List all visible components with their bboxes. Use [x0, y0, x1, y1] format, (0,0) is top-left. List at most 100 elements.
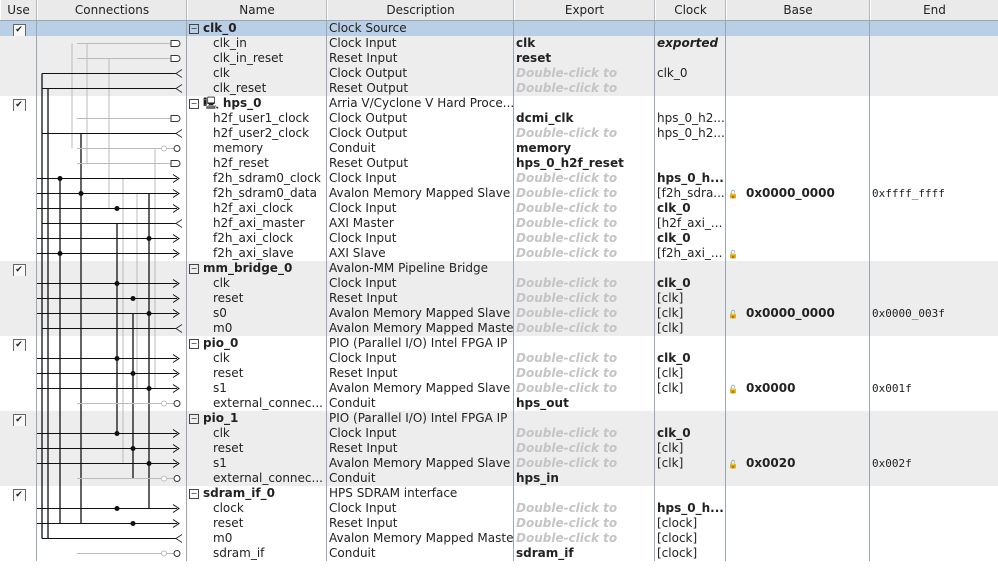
use-checkbox[interactable]: ✔: [12, 414, 26, 426]
interface-row[interactable]: reset Reset Input Double-click to [clk]: [0, 366, 998, 381]
col-header-base[interactable]: Base: [726, 0, 870, 20]
export-name[interactable]: memory: [516, 141, 571, 155]
use-checkbox[interactable]: ✔: [12, 24, 26, 36]
use-checkbox[interactable]: ✔: [12, 339, 26, 351]
clock-value[interactable]: [clk]: [657, 366, 683, 380]
clock-value[interactable]: exported: [657, 36, 718, 50]
interface-row[interactable]: m0 Avalon Memory Mapped Master Double-clic…: [0, 531, 998, 546]
interface-row[interactable]: external_connec... Conduit hps_in: [0, 471, 998, 486]
collapse-icon[interactable]: −: [189, 24, 199, 34]
export-placeholder[interactable]: Double-click to: [516, 276, 617, 290]
interface-row[interactable]: s1 Avalon Memory Mapped Slave Double-click…: [0, 381, 998, 396]
interface-row[interactable]: h2f_axi_clock Clock Input Double-click to c…: [0, 201, 998, 216]
col-header-clock[interactable]: Clock: [655, 0, 726, 20]
collapse-icon[interactable]: −: [189, 489, 199, 499]
interface-row[interactable]: f2h_axi_slave AXI Slave Double-click to [f2…: [0, 246, 998, 261]
col-header-export[interactable]: Export: [514, 0, 655, 20]
interface-row[interactable]: m0 Avalon Memory Mapped Master Double-clic…: [0, 321, 998, 336]
export-placeholder[interactable]: Double-click to: [516, 186, 617, 200]
export-placeholder[interactable]: Double-click to: [516, 381, 617, 395]
export-name[interactable]: reset: [516, 51, 551, 65]
lock-icon[interactable]: 🔓: [728, 190, 738, 199]
export-placeholder[interactable]: Double-click to: [516, 441, 617, 455]
clock-value[interactable]: [clk]: [657, 306, 683, 320]
interface-row[interactable]: sdram_if Conduit sdram_if [clock]: [0, 546, 998, 561]
col-header-name[interactable]: Name: [187, 0, 327, 20]
export-name[interactable]: clk: [516, 36, 535, 50]
export-placeholder[interactable]: Double-click to: [516, 201, 617, 215]
interface-row[interactable]: h2f_axi_master AXI Master Double-click to […: [0, 216, 998, 231]
interface-row[interactable]: clk Clock Input Double-click to clk_0: [0, 276, 998, 291]
export-placeholder[interactable]: Double-click to: [516, 171, 617, 185]
use-checkbox[interactable]: ✔: [12, 264, 26, 276]
clock-value[interactable]: hps_0_h2...: [657, 126, 725, 140]
export-placeholder[interactable]: Double-click to: [516, 456, 617, 470]
interface-row[interactable]: h2f_reset Reset Output hps_0_h2f_reset: [0, 156, 998, 171]
interface-row[interactable]: clk_in Clock Input clk exported: [0, 36, 998, 51]
export-placeholder[interactable]: Double-click to: [516, 291, 617, 305]
col-header-use[interactable]: Use: [0, 0, 37, 20]
export-placeholder[interactable]: Double-click to: [516, 231, 617, 245]
clock-value[interactable]: [clock]: [657, 546, 697, 560]
clock-value[interactable]: hps_0_h2...: [657, 111, 725, 125]
module-row[interactable]: ✔ − sdram_if_0 HPS SDRAM interface: [0, 486, 998, 501]
base-address[interactable]: 0x0000_0000: [746, 306, 835, 320]
lock-icon[interactable]: 🔓: [728, 385, 738, 394]
module-row[interactable]: ✔ − clk_0 Clock Source: [0, 21, 998, 36]
clock-value[interactable]: [clk]: [657, 441, 683, 455]
clock-value[interactable]: hps_0_h...: [657, 501, 724, 515]
clock-value[interactable]: hps_0_h...: [657, 171, 724, 185]
interface-row[interactable]: clk_reset Reset Output Double-click to: [0, 81, 998, 96]
export-placeholder[interactable]: Double-click to: [516, 501, 617, 515]
interface-row[interactable]: h2f_user1_clock Clock Output dcmi_clk hps_0…: [0, 111, 998, 126]
export-placeholder[interactable]: Double-click to: [516, 351, 617, 365]
export-placeholder[interactable]: Double-click to: [516, 126, 617, 140]
export-placeholder[interactable]: Double-click to: [516, 81, 617, 95]
interface-row[interactable]: s1 Avalon Memory Mapped Slave Double-click…: [0, 456, 998, 471]
export-placeholder[interactable]: Double-click to: [516, 321, 617, 335]
interface-row[interactable]: reset Reset Input Double-click to [clock]: [0, 516, 998, 531]
export-name[interactable]: hps_in: [516, 471, 559, 485]
collapse-icon[interactable]: −: [189, 414, 199, 424]
col-header-description[interactable]: Description: [327, 0, 514, 20]
clock-value[interactable]: [clock]: [657, 516, 697, 530]
module-row[interactable]: ✔ − mm_bridge_0 Avalon-MM Pipeline Bridge: [0, 261, 998, 276]
lock-icon[interactable]: 🔓: [728, 460, 738, 469]
interface-row[interactable]: external_connec... Conduit hps_out: [0, 396, 998, 411]
interface-row[interactable]: clk Clock Input Double-click to clk_0: [0, 351, 998, 366]
clock-value[interactable]: [clk]: [657, 456, 683, 470]
interface-row[interactable]: clk Clock Output Double-click to clk_0: [0, 66, 998, 81]
clock-value[interactable]: [clk]: [657, 321, 683, 335]
collapse-icon[interactable]: −: [189, 99, 199, 109]
export-name[interactable]: hps_out: [516, 396, 569, 410]
clock-value[interactable]: [h2f_axi_...: [657, 216, 722, 230]
interface-row[interactable]: f2h_sdram0_data Avalon Memory Mapped Slav…: [0, 186, 998, 201]
export-placeholder[interactable]: Double-click to: [516, 516, 617, 530]
use-checkbox[interactable]: ✔: [12, 99, 26, 111]
interface-row[interactable]: clock Clock Input Double-click to hps_0_h..…: [0, 501, 998, 516]
clock-value[interactable]: clk_0: [657, 201, 691, 215]
base-address[interactable]: 0x0020: [746, 456, 796, 470]
export-placeholder[interactable]: Double-click to: [516, 366, 617, 380]
use-checkbox[interactable]: ✔: [12, 489, 26, 501]
col-header-end[interactable]: End: [870, 0, 998, 20]
clock-value[interactable]: clk_0: [657, 276, 691, 290]
module-row[interactable]: ✔ − pio_0 PIO (Parallel I/O) Intel FPGA IP: [0, 336, 998, 351]
interface-row[interactable]: f2h_axi_clock Clock Input Double-click to c…: [0, 231, 998, 246]
export-placeholder[interactable]: Double-click to: [516, 306, 617, 320]
interface-row[interactable]: h2f_user2_clock Clock Output Double-click …: [0, 126, 998, 141]
clock-value[interactable]: [f2h_sdra...: [657, 186, 725, 200]
export-name[interactable]: sdram_if: [516, 546, 574, 560]
base-address[interactable]: 0x0000: [746, 381, 796, 395]
collapse-icon[interactable]: −: [189, 339, 199, 349]
interface-row[interactable]: reset Reset Input Double-click to [clk]: [0, 291, 998, 306]
export-placeholder[interactable]: Double-click to: [516, 426, 617, 440]
collapse-icon[interactable]: −: [189, 264, 199, 274]
clock-value[interactable]: clk_0: [657, 231, 691, 245]
clock-value[interactable]: [f2h_axi_...: [657, 246, 722, 260]
clock-value[interactable]: clk_0: [657, 426, 691, 440]
export-placeholder[interactable]: Double-click to: [516, 531, 617, 545]
base-address[interactable]: 0x0000_0000: [746, 186, 835, 200]
interface-row[interactable]: reset Reset Input Double-click to [clk]: [0, 441, 998, 456]
module-row[interactable]: ✔ − 🖳 hps_0 Arria V/Cyclone V Hard Proce...: [0, 96, 998, 111]
